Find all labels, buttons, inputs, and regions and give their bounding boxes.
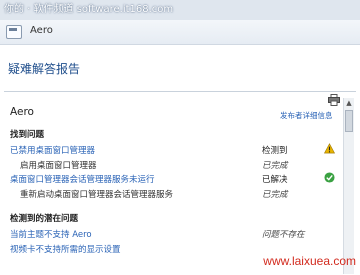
publisher-details-link[interactable]: 发布者详细信息: [280, 110, 333, 121]
issue-status: 问题不存在: [262, 230, 305, 240]
watermark-bottom: www.laixuea.com: [263, 254, 356, 268]
issue-row[interactable]: 桌面窗口管理器会话管理器服务未运行 已解决: [4, 172, 340, 187]
issue-row[interactable]: 已禁用桌面窗口管理器 检测到: [4, 143, 340, 158]
main-content: 疑难解答报告 Aero 发布者详细信息 ▲ 找到问题已禁用桌面窗口管理器 检测到启…: [0, 45, 360, 275]
report-panel: Aero 发布者详细信息 ▲ 找到问题已禁用桌面窗口管理器 检测到启用桌面窗口管理…: [4, 91, 356, 275]
issue-link[interactable]: 桌面窗口管理器会话管理器服务未运行: [10, 173, 155, 185]
issue-label: 启用桌面窗口管理器: [20, 160, 97, 171]
back-button[interactable]: [6, 25, 22, 39]
section-title: 检测到的潜在问题: [10, 214, 79, 224]
scrollbar[interactable]: ▲: [343, 98, 354, 274]
printer-icon[interactable]: [328, 94, 340, 106]
watermark-top: 你的 · 软件频道 software.it168.com: [0, 0, 360, 20]
issue-row[interactable]: 当前主题不支持 Aero 问题不存在: [4, 228, 340, 242]
issue-link[interactable]: 视频卡不支持所需的显示设置: [10, 243, 121, 255]
window-title: Aero: [30, 25, 53, 36]
issue-status: 检测到: [262, 146, 288, 156]
scroll-thumb[interactable]: [345, 110, 353, 132]
report-label: Aero: [10, 106, 34, 118]
issue-status: 已完成: [262, 189, 288, 200]
issue-row: 重新启动桌面窗口管理器会话管理器服务 已完成: [4, 188, 340, 202]
check-icon: [324, 172, 335, 183]
issue-status: 已完成: [262, 160, 288, 171]
issue-label: 重新启动桌面窗口管理器会话管理器服务: [20, 189, 174, 200]
page-heading: 疑难解答报告: [8, 62, 81, 76]
issue-link[interactable]: 当前主题不支持 Aero: [10, 228, 92, 240]
issue-link[interactable]: 已禁用桌面窗口管理器: [10, 144, 95, 156]
warning-icon: [324, 143, 335, 154]
section-title: 找到问题: [10, 130, 45, 140]
window-titlebar: Aero: [0, 20, 360, 45]
issue-row: 启用桌面窗口管理器 已完成: [4, 159, 340, 173]
scroll-up-icon[interactable]: ▲: [345, 99, 353, 107]
issue-status: 已解决: [262, 175, 288, 185]
